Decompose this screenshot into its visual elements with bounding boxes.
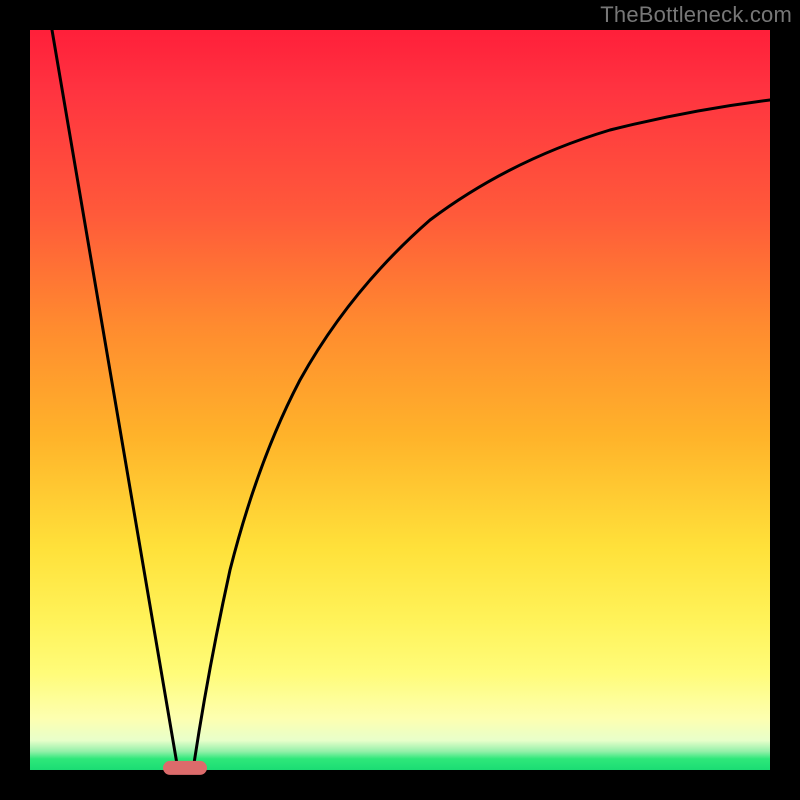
plot-area <box>30 30 770 770</box>
curve-right-ascent <box>193 100 770 770</box>
bottom-marker <box>163 761 207 775</box>
curve-left-descent <box>52 30 178 770</box>
bottleneck-curve <box>30 30 770 770</box>
chart-frame: TheBottleneck.com <box>0 0 800 800</box>
watermark-text: TheBottleneck.com <box>600 2 792 28</box>
